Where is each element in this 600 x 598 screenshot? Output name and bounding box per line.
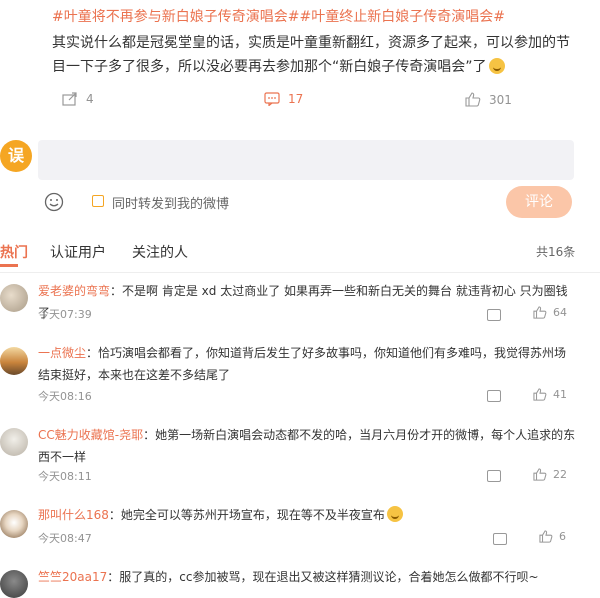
comment-text: 那叫什么168：她完全可以等苏州开场宣布，现在等不及半夜宣布 <box>38 504 578 526</box>
emoji-picker-icon[interactable] <box>44 192 64 212</box>
comment-time: 今天08:11 <box>38 470 92 483</box>
like-count: 301 <box>489 92 512 107</box>
repost-button[interactable]: 4 <box>62 92 94 106</box>
comment-like-button[interactable]: 6 <box>539 530 566 543</box>
comment-like-count: 6 <box>559 530 566 543</box>
comment-separator: ： <box>143 428 156 442</box>
comment-like-button[interactable]: 41 <box>533 388 567 401</box>
laughing-face-icon <box>488 58 505 74</box>
reply-icon[interactable] <box>493 533 507 545</box>
tab-active-indicator <box>0 264 18 267</box>
tab-following[interactable]: 关注的人 <box>132 242 188 262</box>
post-body: 其实说什么都是冠冕堂皇的话，实质是叶童重新翻红，资源多了起来，可以参加的节目一下… <box>52 31 572 79</box>
repost-checkbox[interactable] <box>92 195 104 207</box>
comment-separator: ： <box>110 284 123 298</box>
comment-time: 今天08:16 <box>38 390 92 403</box>
thumbs-up-icon <box>533 468 547 481</box>
comment-separator: ： <box>86 346 99 360</box>
like-button[interactable]: 301 <box>465 92 512 107</box>
comment-avatar[interactable] <box>0 284 28 312</box>
my-avatar[interactable]: 误 <box>0 140 32 172</box>
comment-avatar[interactable] <box>0 510 28 538</box>
comment-text: 竺竺20aa17：服了真的，cc参加被骂，现在退出又被这样猜测议论，合着她怎么做… <box>38 566 578 588</box>
comment-username[interactable]: 爱老婆的弯弯 <box>38 284 110 298</box>
comment-body: 恰巧演唱会都看了，你知道背后发生了好多故事吗，你知道他们有多难吗，我觉得苏州场结… <box>38 346 567 382</box>
comment-text: 一点微尘：恰巧演唱会都看了，你知道背后发生了好多故事吗，你知道他们有多难吗，我觉… <box>38 342 578 386</box>
reply-icon[interactable] <box>487 309 501 321</box>
comment-like-button[interactable]: 64 <box>533 306 567 319</box>
submit-comment-button[interactable]: 评论 <box>506 186 572 218</box>
comment-time: 今天08:47 <box>38 532 92 545</box>
comment-input[interactable] <box>38 140 574 180</box>
comment-text: CC魅力收藏馆-尧耶：她第一场新白演唱会动态都不发的哈，当月六月份才开的微博，每… <box>38 424 578 468</box>
comment-total: 共16条 <box>536 245 576 259</box>
tab-hot[interactable]: 热门 <box>0 242 28 262</box>
comment-avatar[interactable] <box>0 428 28 456</box>
share-icon <box>62 92 77 106</box>
repost-checkbox-label: 同时转发到我的微博 <box>112 197 230 212</box>
comment-username[interactable]: 竺竺20aa17 <box>38 570 107 584</box>
comment-avatar[interactable] <box>0 570 28 598</box>
comment-separator: ： <box>108 508 121 522</box>
divider <box>0 272 600 273</box>
thumbs-up-icon <box>533 306 547 319</box>
comment-time: 今天07:39 <box>38 308 92 321</box>
tab-verified-users[interactable]: 认证用户 <box>50 242 106 262</box>
comment-username[interactable]: CC魅力收藏馆-尧耶 <box>38 428 143 442</box>
comment-body: 她完全可以等苏州开场宣布，现在等不及半夜宣布 <box>120 508 385 522</box>
laughing-face-icon <box>386 506 403 522</box>
comment-like-button[interactable]: 22 <box>533 468 567 481</box>
comment-like-count: 64 <box>553 306 567 319</box>
reply-icon[interactable] <box>487 390 501 402</box>
comment-icon <box>264 92 280 106</box>
comment-username[interactable]: 那叫什么168 <box>38 508 109 522</box>
comment-username[interactable]: 一点微尘 <box>38 346 86 360</box>
comment-avatar[interactable] <box>0 347 28 375</box>
reply-icon[interactable] <box>487 470 501 482</box>
thumbs-up-icon <box>533 388 547 401</box>
comment-count: 17 <box>288 92 304 106</box>
comment-like-count: 41 <box>553 388 567 401</box>
comment-button[interactable]: 17 <box>264 92 303 106</box>
thumbs-up-icon <box>465 92 481 107</box>
comment-separator: ： <box>107 570 120 584</box>
thumbs-up-icon <box>539 530 553 543</box>
post-hashtags[interactable]: #叶童将不再参与新白娘子传奇演唱会##叶童终止新白娘子传奇演唱会# <box>52 6 505 26</box>
comment-like-count: 22 <box>553 468 567 481</box>
repost-count: 4 <box>86 92 94 106</box>
comment-body: 服了真的，cc参加被骂，现在退出又被这样猜测议论，合着她怎么做都不行呗~ <box>119 570 539 584</box>
